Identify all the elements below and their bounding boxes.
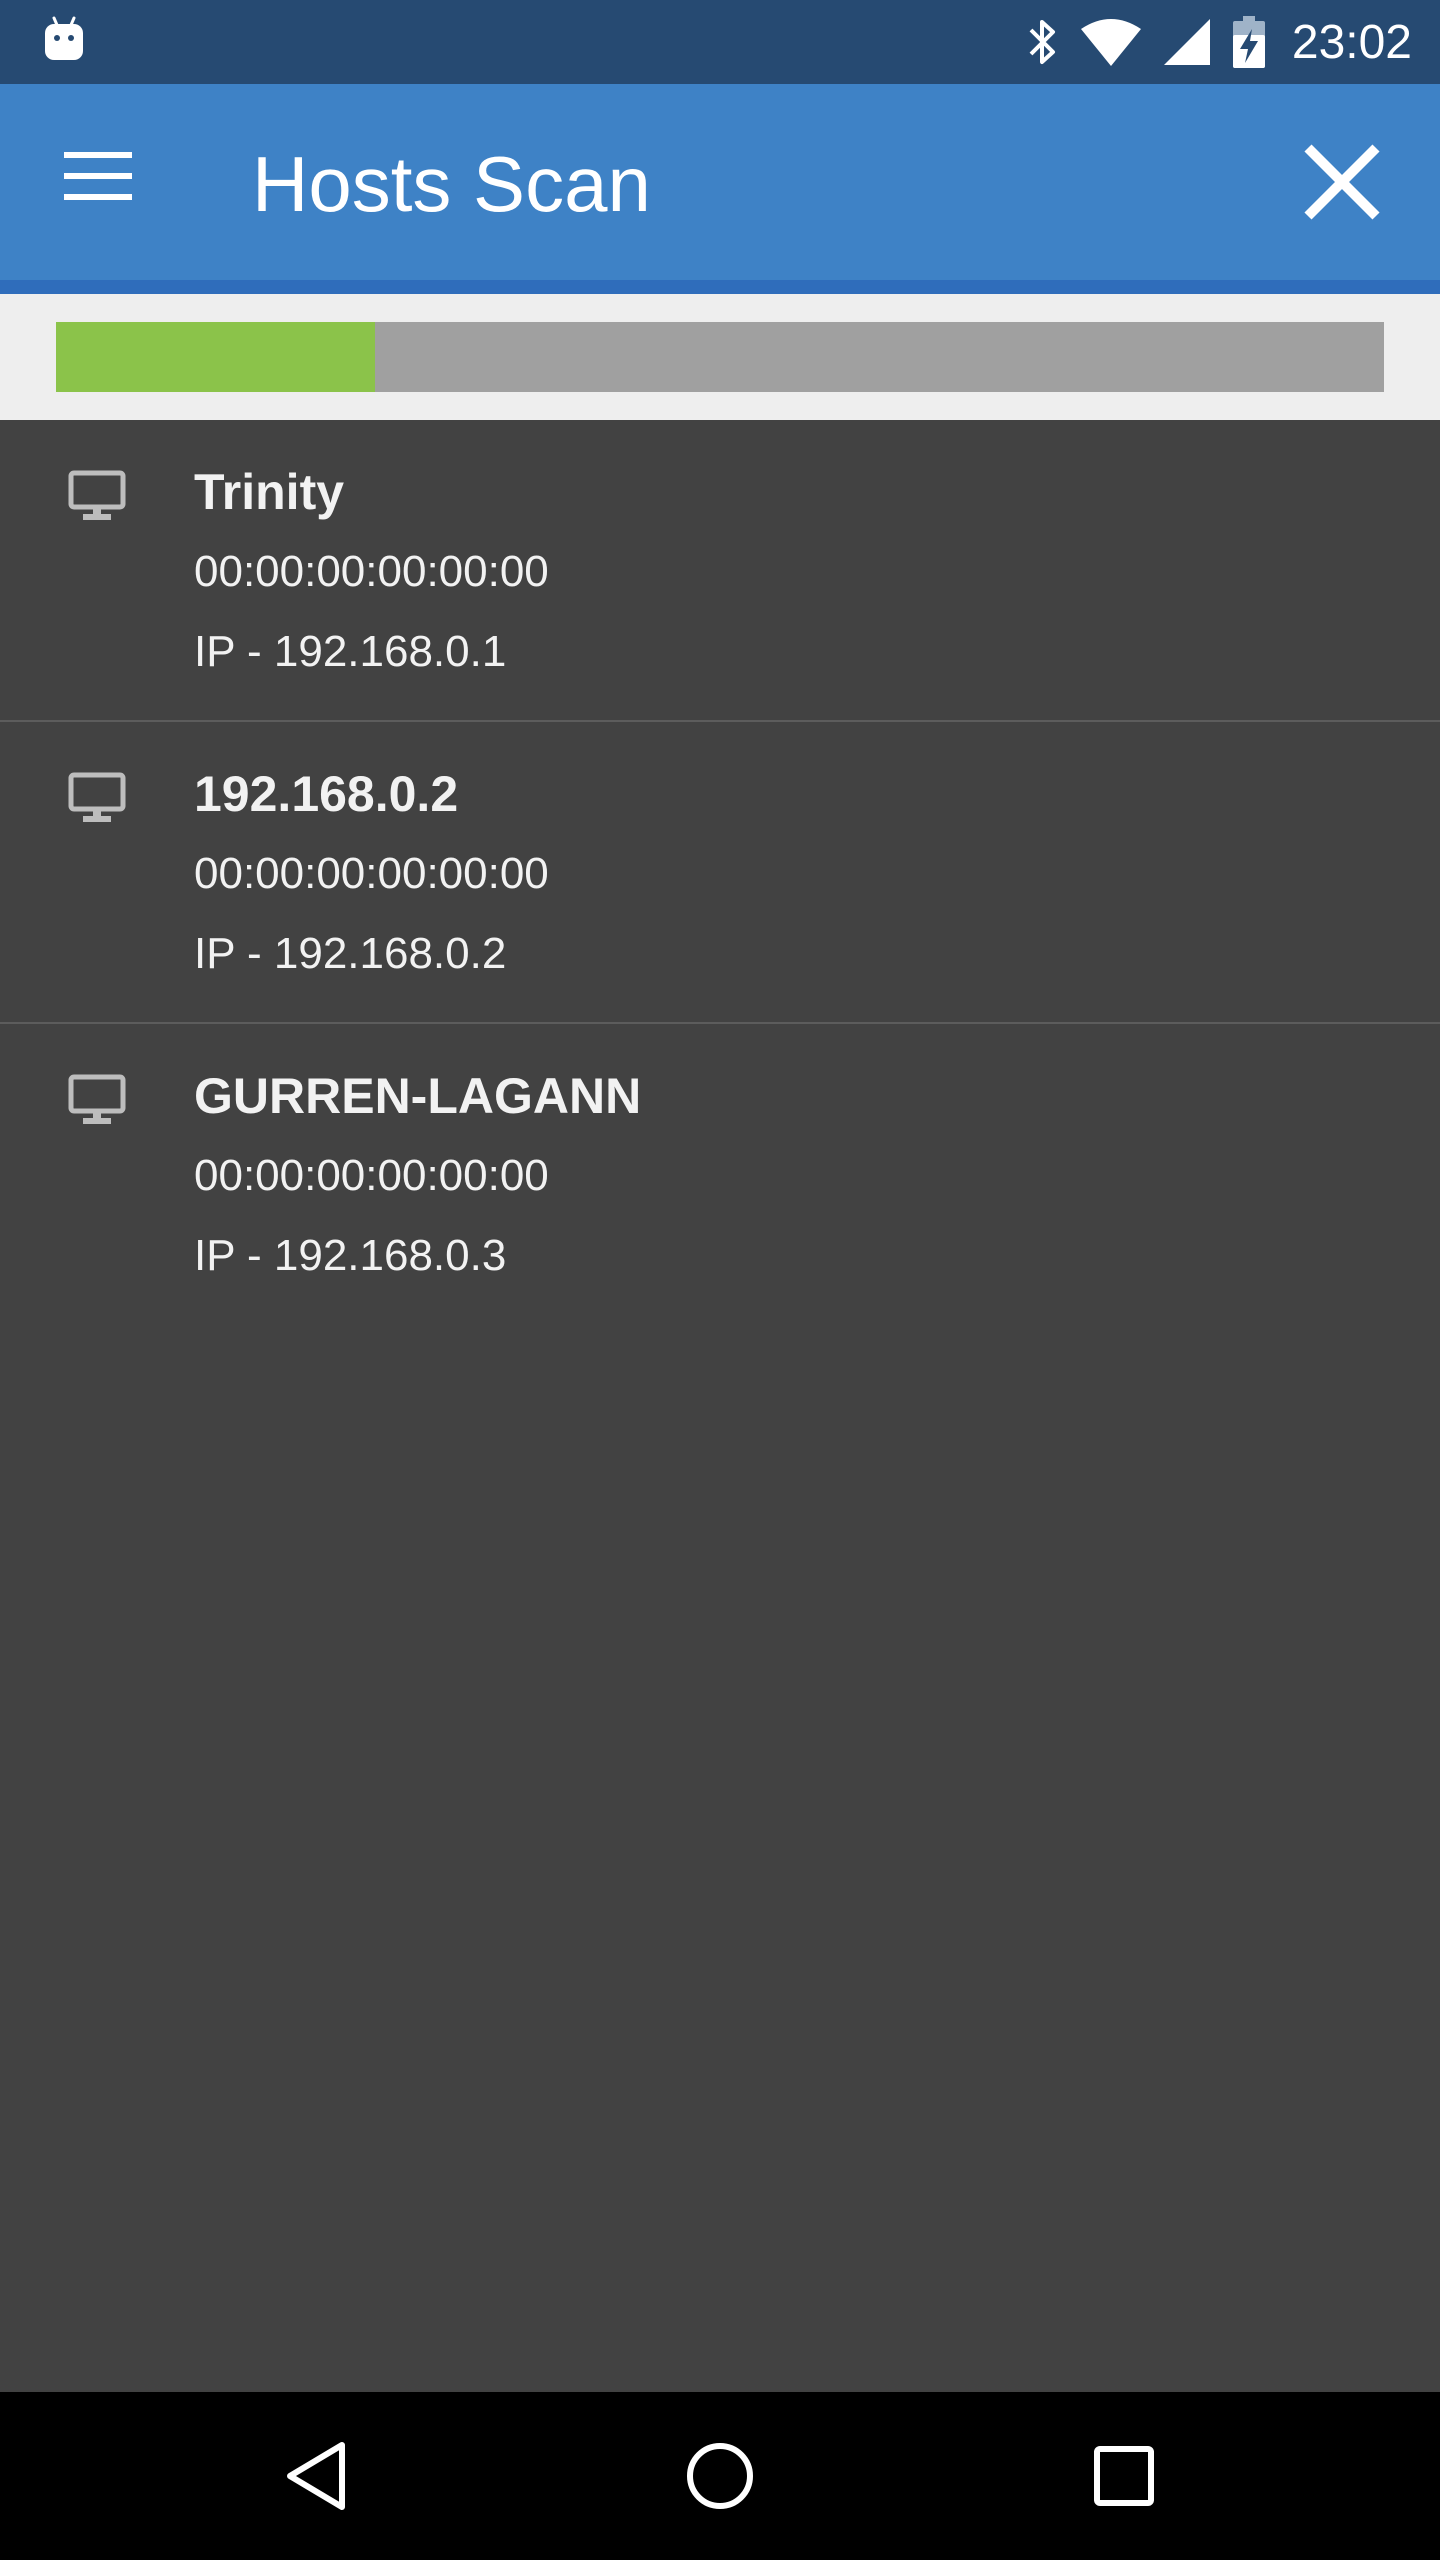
scan-progress-bar [56,322,1384,392]
nav-bar [0,2392,1440,2560]
android-notification-icon [45,16,83,60]
home-icon [687,2443,753,2509]
recents-button[interactable] [1044,2392,1204,2560]
back-icon [287,2442,345,2510]
host-ip: IP - 192.168.0.1 [194,627,507,676]
battery-charging-icon [1232,16,1265,68]
app-bar-accent [0,280,1440,294]
menu-icon [64,152,132,200]
host-list: Trinity 00:00:00:00:00:00 IP - 192.168.0… [0,420,1440,1326]
screen: 23:02 Hosts Scan Trinity 00:00:00:00:00:… [0,0,1440,2560]
wifi-icon [1080,19,1141,66]
cell-signal-icon [1163,19,1210,65]
close-icon [1304,144,1380,220]
status-time: 23:02 [1291,15,1412,69]
host-name: GURREN-LAGANN [194,1068,642,1124]
host-ip: IP - 192.168.0.2 [194,929,507,978]
scan-progress-area [0,294,1440,420]
host-name: Trinity [194,464,345,520]
host-ip: IP - 192.168.0.3 [194,1231,507,1280]
app-bar [0,84,1440,280]
list-item[interactable]: Trinity 00:00:00:00:00:00 IP - 192.168.0… [0,420,1440,722]
scan-progress-fill [56,322,375,392]
host-mac: 00:00:00:00:00:00 [194,1151,549,1200]
host-mac: 00:00:00:00:00:00 [194,547,549,596]
close-button[interactable] [1290,130,1394,234]
host-name: 192.168.0.2 [194,766,459,822]
desktop-icon [68,1074,126,1124]
status-icons: 23:02 [1026,0,1412,84]
menu-button[interactable] [48,126,148,226]
status-bar: 23:02 [0,0,1440,84]
home-button[interactable] [640,2392,800,2560]
desktop-icon [68,470,126,520]
list-item[interactable]: 192.168.0.2 00:00:00:00:00:00 IP - 192.1… [0,722,1440,1024]
page-title: Hosts Scan [252,140,651,228]
back-button[interactable] [236,2392,396,2560]
list-item[interactable]: GURREN-LAGANN 00:00:00:00:00:00 IP - 192… [0,1024,1440,1326]
recents-icon [1094,2446,1154,2506]
host-mac: 00:00:00:00:00:00 [194,849,549,898]
desktop-icon [68,772,126,822]
bluetooth-icon [1029,20,1055,64]
